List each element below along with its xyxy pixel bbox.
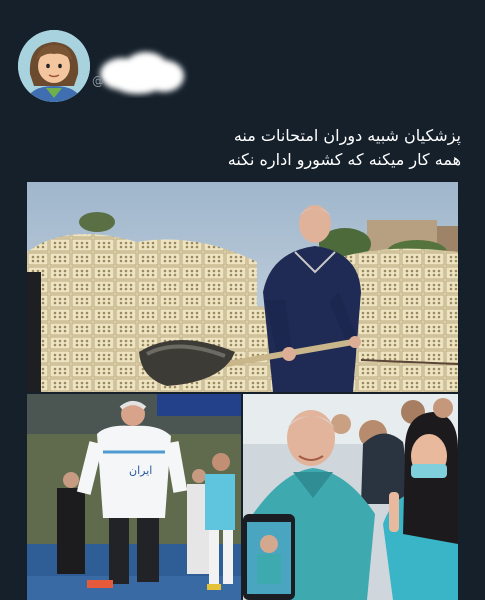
tweet-text-line: پزشکیان شبیه دوران امتحانات منه [233, 126, 461, 145]
man-shoveling-bricks-photo[interactable] [27, 182, 458, 392]
tweet-media-grid[interactable]: ايران [27, 182, 458, 600]
jersey-text: ايران [129, 464, 152, 477]
handle-prefix: @ [92, 74, 104, 88]
tweet-text-line: همه کار میکنه که کشورو اداره نکنه [227, 150, 461, 169]
man-playing-futsal-photo[interactable]: ايران [27, 394, 241, 600]
tweet-text: پزشکیان شبیه دوران امتحانات منه همه کار … [41, 124, 461, 172]
cartoon-woman-avatar-icon [18, 30, 90, 102]
author-avatar[interactable] [18, 30, 90, 102]
man-in-scrubs-with-nurse-photo[interactable] [243, 394, 458, 600]
redacted-name-blur [100, 52, 184, 94]
